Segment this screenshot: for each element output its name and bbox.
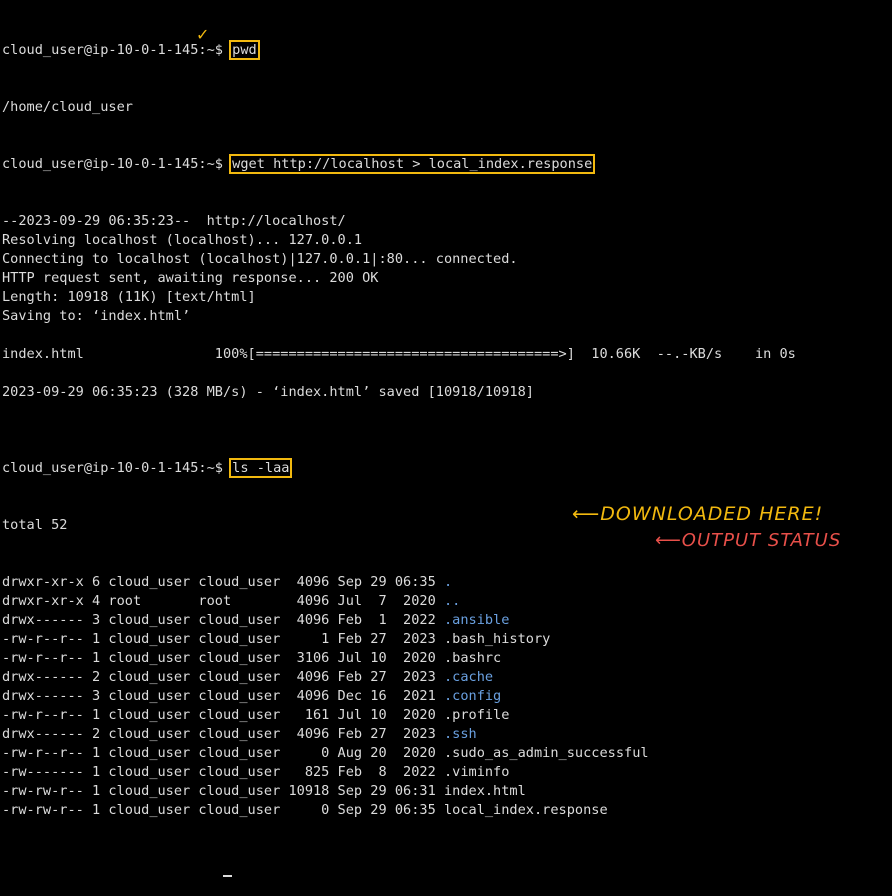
ls-row-meta: -rw-r--r-- 1 cloud_user cloud_user 3106 …	[2, 650, 444, 666]
ls-row-file-name: local_index.response	[443, 802, 608, 818]
prompt-line-pwd: cloud_user@ip-10-0-1-145:~$ pwd	[2, 40, 892, 60]
output-line: --2023-09-29 06:35:23-- http://localhost…	[2, 213, 346, 229]
command-wget: wget http://localhost > local_index.resp…	[229, 154, 596, 174]
ls-row-directory-name: .ansible	[443, 612, 510, 628]
ls-row-meta: drwxr-xr-x 4 root root 4096 Jul 7 2020	[2, 593, 444, 609]
ls-row-file-name: .viminfo	[443, 764, 510, 780]
ls-row-file-name: index.html	[443, 783, 526, 799]
output-line: 2023-09-29 06:35:23 (328 MB/s) - ‘index.…	[2, 384, 534, 400]
output-line: Length: 10918 (11K) [text/html]	[2, 289, 256, 305]
ls-row: drwx------ 3 cloud_user cloud_user 4096 …	[2, 687, 892, 706]
ls-row: -rw-rw-r-- 1 cloud_user cloud_user 10918…	[2, 782, 892, 801]
command-pwd: pwd	[229, 40, 260, 60]
output-line: HTTP request sent, awaiting response... …	[2, 270, 379, 286]
ls-row: -rw-r--r-- 1 cloud_user cloud_user 3106 …	[2, 649, 892, 668]
output-pwd-text: /home/cloud_user	[2, 99, 133, 115]
prompt-line-wget: cloud_user@ip-10-0-1-145:~$ wget http://…	[2, 154, 892, 174]
command-ls: ls -laa	[229, 458, 293, 478]
ls-row-directory-name: .config	[443, 688, 502, 704]
ls-row-meta: -rw-r--r-- 1 cloud_user cloud_user 1 Feb…	[2, 631, 444, 647]
ls-row: drwx------ 2 cloud_user cloud_user 4096 …	[2, 725, 892, 744]
ls-row-meta: drwx------ 2 cloud_user cloud_user 4096 …	[2, 669, 444, 685]
ls-row-meta: -rw------- 1 cloud_user cloud_user 825 F…	[2, 764, 444, 780]
ls-row-file-name: .sudo_as_admin_successful	[443, 745, 649, 761]
ls-row: -rw-r--r-- 1 cloud_user cloud_user 0 Aug…	[2, 744, 892, 763]
shell-prompt: cloud_user@ip-10-0-1-145:~$	[2, 42, 232, 58]
ls-row-file-name: .bashrc	[443, 650, 502, 666]
ls-row-file-name: .profile	[443, 707, 510, 723]
ls-row-meta: -rw-rw-r-- 1 cloud_user cloud_user 10918…	[2, 783, 444, 799]
ls-row-meta: -rw-r--r-- 1 cloud_user cloud_user 161 J…	[2, 707, 444, 723]
ls-row-meta: drwx------ 3 cloud_user cloud_user 4096 …	[2, 688, 444, 704]
ls-row-directory-name: .	[443, 574, 453, 590]
text-cursor	[222, 875, 232, 877]
ls-row-directory-name: ..	[443, 593, 461, 609]
ls-row-meta: drwx------ 3 cloud_user cloud_user 4096 …	[2, 612, 444, 628]
ls-row: -rw-rw-r-- 1 cloud_user cloud_user 0 Sep…	[2, 801, 892, 820]
output-line: index.html 100%[========================…	[2, 346, 796, 362]
annotation-downloaded-here: ⟵DOWNLOADED HERE!	[572, 503, 824, 525]
wget-output: --2023-09-29 06:35:23-- http://localhost…	[2, 212, 892, 421]
ls-row: drwxr-xr-x 6 cloud_user cloud_user 4096 …	[2, 573, 892, 592]
annotation-output-status: ⟵OUTPUT STATUS	[655, 530, 842, 551]
check-mark-annotation: ✓	[196, 25, 210, 44]
ls-row: drwxr-xr-x 4 root root 4096 Jul 7 2020 .…	[2, 592, 892, 611]
ls-row-meta: -rw-rw-r-- 1 cloud_user cloud_user 0 Sep…	[2, 802, 444, 818]
cursor-line	[2, 858, 892, 877]
output-pwd: /home/cloud_user	[2, 98, 892, 117]
ls-row-directory-name: .ssh	[443, 726, 477, 742]
shell-prompt: cloud_user@ip-10-0-1-145:~$	[2, 156, 232, 172]
prompt-line-ls: cloud_user@ip-10-0-1-145:~$ ls -laa	[2, 458, 892, 478]
ls-row-file-name: .bash_history	[443, 631, 551, 647]
ls-output: drwxr-xr-x 6 cloud_user cloud_user 4096 …	[2, 573, 892, 820]
ls-total-text: total 52	[2, 517, 68, 533]
ls-row-directory-name: .cache	[443, 669, 494, 685]
output-line: Resolving localhost (localhost)... 127.0…	[2, 232, 363, 248]
ls-row: -rw-r--r-- 1 cloud_user cloud_user 1 Feb…	[2, 630, 892, 649]
ls-row: -rw-r--r-- 1 cloud_user cloud_user 161 J…	[2, 706, 892, 725]
terminal-window[interactable]: cloud_user@ip-10-0-1-145:~$ pwd /home/cl…	[2, 3, 892, 896]
shell-prompt: cloud_user@ip-10-0-1-145:~$	[2, 460, 232, 476]
ls-row: -rw------- 1 cloud_user cloud_user 825 F…	[2, 763, 892, 782]
output-line: Saving to: ‘index.html’	[2, 308, 191, 324]
ls-row: drwx------ 2 cloud_user cloud_user 4096 …	[2, 668, 892, 687]
ls-row-meta: -rw-r--r-- 1 cloud_user cloud_user 0 Aug…	[2, 745, 444, 761]
ls-row-meta: drwx------ 2 cloud_user cloud_user 4096 …	[2, 726, 444, 742]
ls-row-meta: drwxr-xr-x 6 cloud_user cloud_user 4096 …	[2, 574, 444, 590]
output-line: Connecting to localhost (localhost)|127.…	[2, 251, 518, 267]
ls-row: drwx------ 3 cloud_user cloud_user 4096 …	[2, 611, 892, 630]
